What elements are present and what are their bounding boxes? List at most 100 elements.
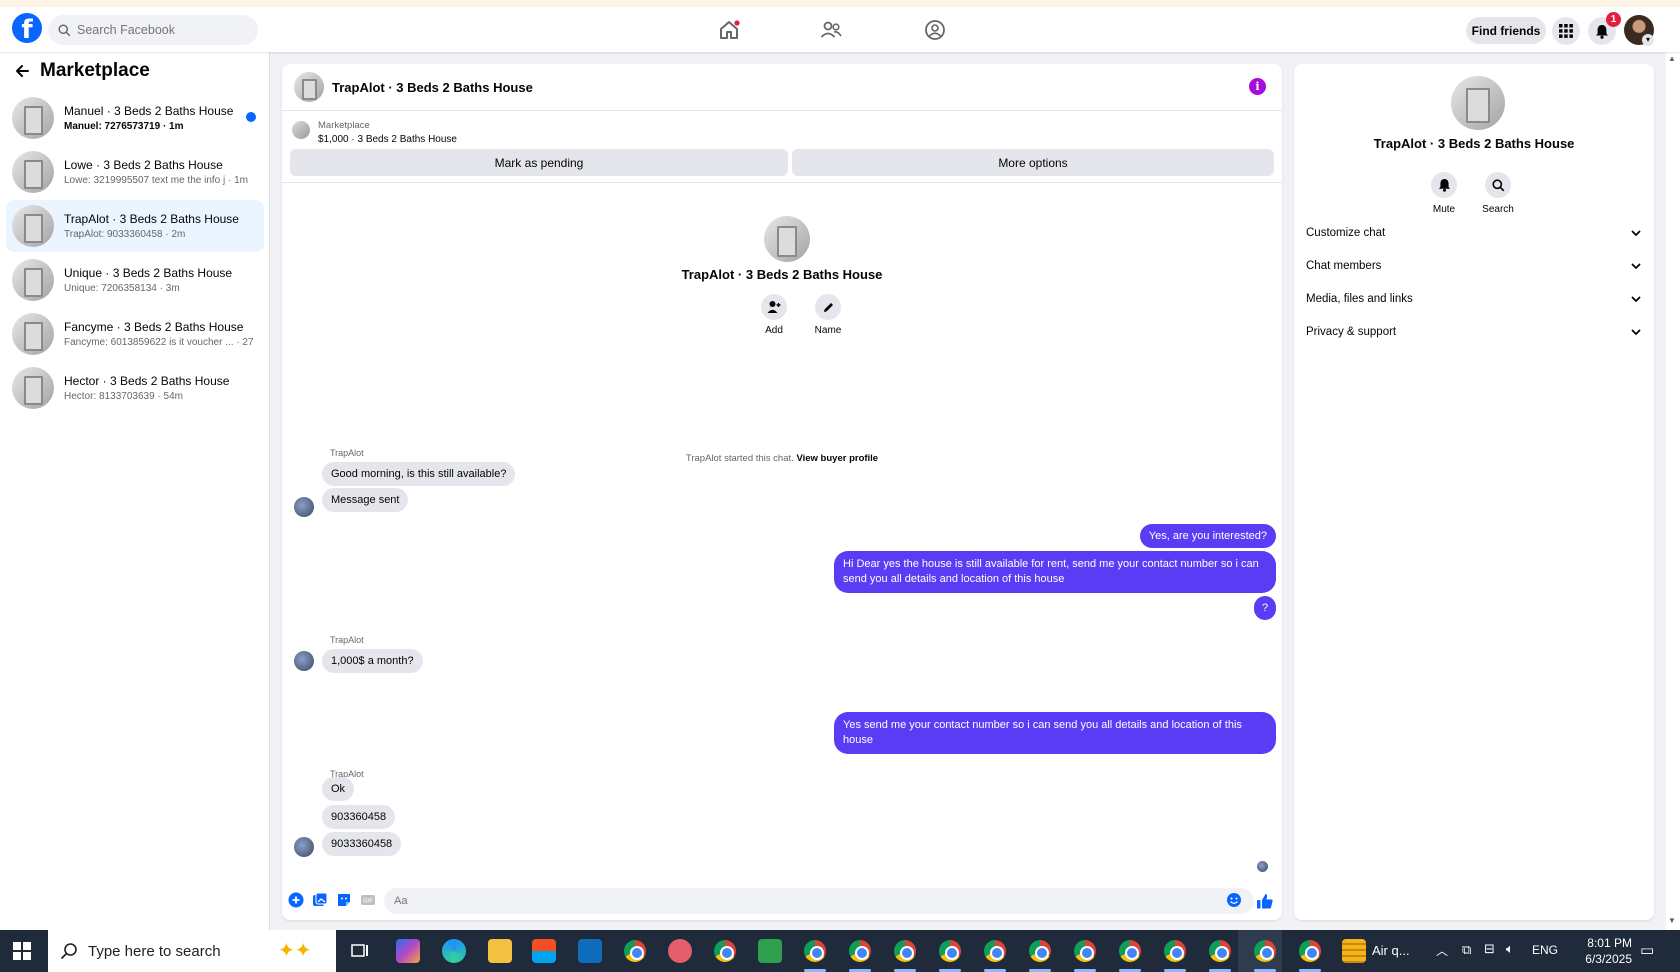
name-action[interactable]: Name xyxy=(808,294,848,336)
plus-circle-icon[interactable] xyxy=(288,892,304,908)
message-outgoing[interactable]: Hi Dear yes the house is still available… xyxy=(834,551,1276,593)
message-incoming[interactable]: Ok xyxy=(322,777,355,801)
chrome-window-icon[interactable] xyxy=(1119,940,1141,962)
conversation-item[interactable]: Fancyme · 3 Beds 2 Baths House Fancyme: 6… xyxy=(6,308,264,360)
find-friends-button[interactable]: Find friends xyxy=(1466,17,1546,44)
system-clock[interactable]: 8:01 PM 6/3/2025 xyxy=(1560,935,1632,967)
message-incoming[interactable]: Message sent xyxy=(322,488,409,512)
mark-as-pending-button[interactable]: Mark as pending xyxy=(290,149,788,176)
conversation-time: · 27m xyxy=(236,337,254,348)
chrome-window-icon[interactable] xyxy=(804,940,826,962)
chat-avatar[interactable] xyxy=(294,72,324,102)
facebook-search[interactable] xyxy=(48,15,258,45)
info-section-row[interactable]: Privacy & support xyxy=(1304,317,1644,347)
copilot-icon[interactable] xyxy=(396,939,420,963)
sender-avatar[interactable] xyxy=(294,837,314,857)
edge-icon[interactable] xyxy=(442,939,466,963)
meet-now-icon[interactable]: ⧉ xyxy=(1462,942,1471,958)
outlook-icon[interactable] xyxy=(578,939,602,963)
conversation-preview: Unique: 7206358134 xyxy=(64,283,157,294)
language-indicator[interactable]: ENG xyxy=(1532,943,1558,957)
chrome-window-icon[interactable] xyxy=(1299,940,1321,962)
unread-indicator xyxy=(246,112,256,122)
chrome-window-icon[interactable] xyxy=(894,940,916,962)
file-explorer-icon[interactable] xyxy=(488,939,512,963)
scroll-down-arrow[interactable]: ▼ xyxy=(1668,916,1676,925)
message-incoming[interactable]: 1,000$ a month? xyxy=(322,649,423,673)
info-icon[interactable]: i xyxy=(1249,78,1266,95)
info-section-row[interactable]: Media, files and links xyxy=(1304,284,1644,314)
app-icon[interactable] xyxy=(758,939,782,963)
conversation-item[interactable]: TrapAlot · 3 Beds 2 Baths House TrapAlot:… xyxy=(6,200,264,252)
chrome-icon[interactable] xyxy=(714,940,736,962)
sticker-icon[interactable] xyxy=(336,892,352,908)
message-outgoing[interactable]: Yes, are you interested? xyxy=(1139,524,1276,548)
name-label: Name xyxy=(814,325,842,336)
gif-icon[interactable]: GIF xyxy=(360,892,376,908)
chrome-window-icon[interactable] xyxy=(849,940,871,962)
search-action[interactable]: Search xyxy=(1478,172,1518,215)
back-arrow-icon[interactable] xyxy=(14,63,30,79)
volume-icon[interactable]: 🔈︎ xyxy=(1506,941,1514,957)
chevron-down-icon[interactable]: ▾ xyxy=(1642,34,1654,46)
info-avatar[interactable] xyxy=(1451,76,1505,130)
message-incoming[interactable]: 903360458 xyxy=(322,805,396,829)
sender-name: TrapAlot xyxy=(330,448,364,458)
scroll-up-arrow[interactable]: ▲ xyxy=(1668,54,1676,63)
conversation-item[interactable]: Unique · 3 Beds 2 Baths House Unique: 720… xyxy=(6,254,264,306)
listing-thumbnail[interactable] xyxy=(292,121,310,139)
weather-text[interactable]: Air q... xyxy=(1372,943,1410,958)
listing-title[interactable]: $1,000 · 3 Beds 2 Baths House xyxy=(318,134,457,145)
conversation-item[interactable]: Lowe · 3 Beds 2 Baths House Lowe: 3219995… xyxy=(6,146,264,198)
facebook-logo[interactable]: f xyxy=(12,13,42,43)
info-section-row[interactable]: Chat members xyxy=(1304,251,1644,281)
sender-avatar[interactable] xyxy=(294,651,314,671)
chat-header: TrapAlot · 3 Beds 2 Baths House i xyxy=(282,64,1282,111)
sender-avatar[interactable] xyxy=(294,497,314,517)
search-input[interactable] xyxy=(77,23,237,37)
sparkle-icon: ✦✦ xyxy=(278,940,312,962)
chat-title[interactable]: TrapAlot · 3 Beds 2 Baths House xyxy=(332,80,533,95)
emoji-icon[interactable] xyxy=(1226,892,1242,908)
menu-grid-button[interactable] xyxy=(1552,17,1580,45)
network-icon[interactable]: ⊟ xyxy=(1484,941,1495,957)
message-incoming[interactable]: Good morning, is this still available? xyxy=(322,462,516,486)
chrome-window-icon[interactable] xyxy=(1254,940,1276,962)
conversation-title: Unique · 3 Beds 2 Baths House xyxy=(64,266,233,280)
more-options-button[interactable]: More options xyxy=(792,149,1274,176)
groups-icon[interactable] xyxy=(922,17,948,43)
clock-time: 8:01 PM xyxy=(1587,936,1632,950)
chrome-window-icon[interactable] xyxy=(1209,940,1231,962)
chrome-window-icon[interactable] xyxy=(984,940,1006,962)
view-buyer-profile-link[interactable]: View buyer profile xyxy=(796,453,878,464)
chrome-window-icon[interactable] xyxy=(1029,940,1051,962)
chrome-window-icon[interactable] xyxy=(1074,940,1096,962)
app-icon[interactable] xyxy=(668,939,692,963)
message-incoming[interactable]: 9033360458 xyxy=(322,832,402,856)
message-input[interactable] xyxy=(384,888,1254,914)
info-section-label: Customize chat xyxy=(1306,227,1386,239)
home-icon[interactable] xyxy=(716,17,742,43)
notifications-center-icon[interactable]: ▭ xyxy=(1640,941,1654,959)
browser-top-strip xyxy=(0,0,1680,7)
chrome-icon[interactable] xyxy=(624,940,646,962)
page-scrollbar[interactable]: ▲ ▼ xyxy=(1666,52,1680,930)
chrome-window-icon[interactable] xyxy=(939,940,961,962)
thumbs-up-icon[interactable] xyxy=(1256,892,1274,910)
message-outgoing[interactable]: ? xyxy=(1254,596,1276,620)
add-action[interactable]: Add xyxy=(754,294,794,336)
conversation-item[interactable]: Manuel · 3 Beds 2 Baths House Manuel: 727… xyxy=(6,92,264,144)
message-outgoing[interactable]: Yes send me your contact number so i can… xyxy=(834,712,1276,754)
chrome-window-icon[interactable] xyxy=(1164,940,1186,962)
photo-icon[interactable] xyxy=(312,892,328,908)
store-icon[interactable] xyxy=(532,939,556,963)
weather-icon[interactable] xyxy=(1342,939,1366,963)
tray-chevron-icon[interactable]: ︿ xyxy=(1436,942,1448,959)
info-section-row[interactable]: Customize chat xyxy=(1304,218,1644,248)
conversation-item[interactable]: Hector · 3 Beds 2 Baths House Hector: 813… xyxy=(6,362,264,414)
mute-action[interactable]: Mute xyxy=(1424,172,1464,215)
task-view-icon[interactable] xyxy=(348,939,372,963)
taskbar-search[interactable]: Type here to search ✦✦ xyxy=(48,930,336,972)
windows-start-icon[interactable] xyxy=(13,942,31,960)
friends-icon[interactable] xyxy=(818,17,844,43)
